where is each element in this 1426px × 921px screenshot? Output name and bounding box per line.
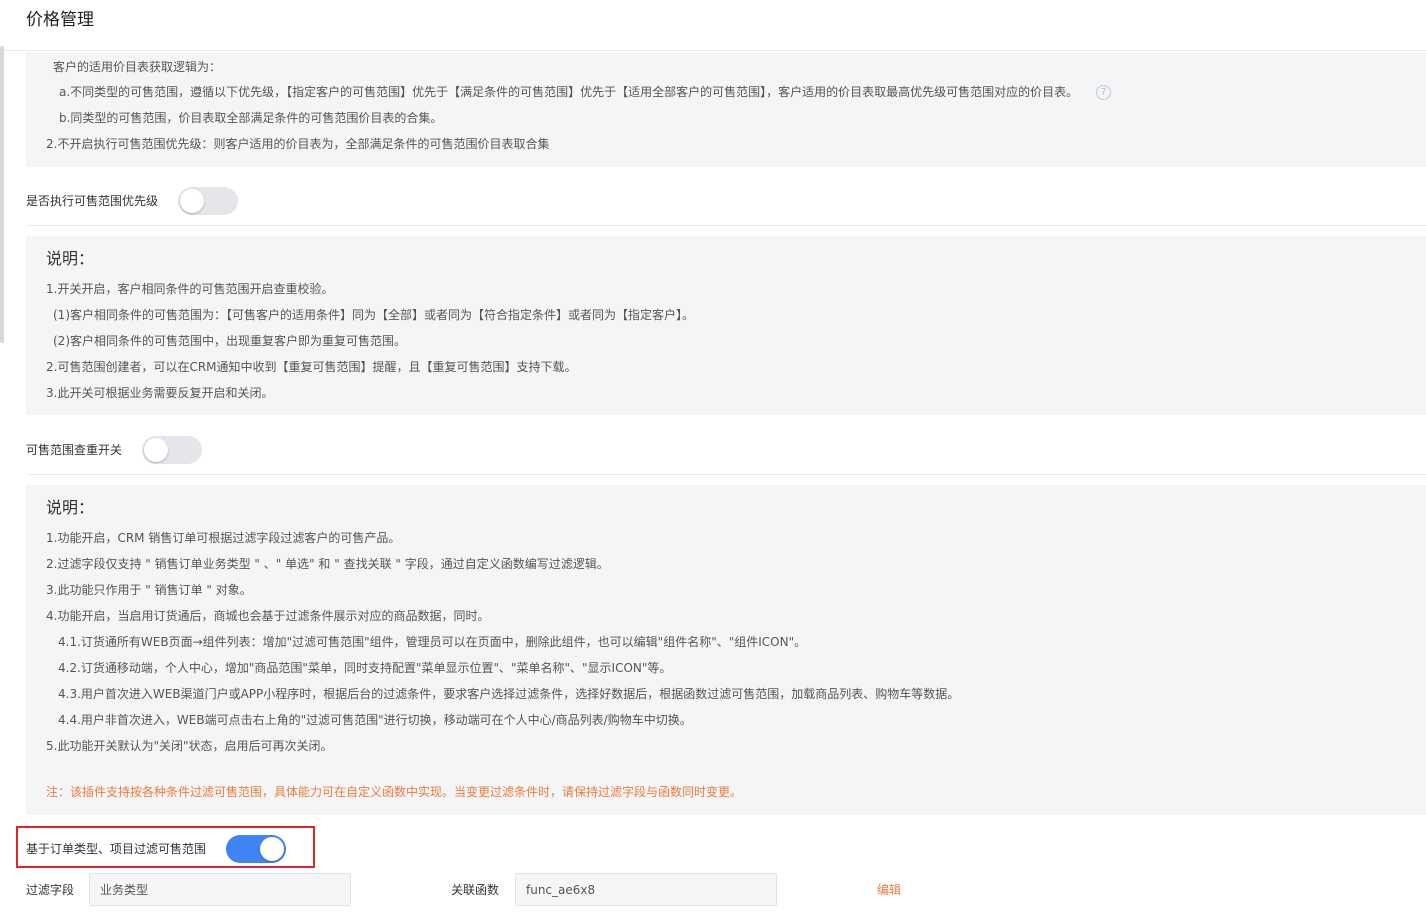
- dedupe-toggle[interactable]: [142, 436, 202, 464]
- linked-function-input[interactable]: [515, 873, 777, 906]
- filter-field-input[interactable]: [89, 873, 351, 906]
- priority-toggle[interactable]: [178, 187, 238, 215]
- filter-line: 1.功能开启，CRM 销售订单可根据过滤字段过滤客户的可售产品。: [46, 531, 401, 545]
- dedupe-line: 3.此开关可根据业务需要反复开启和关闭。: [46, 386, 274, 400]
- priority-rule-line: 客户的适用价目表获取逻辑为：: [53, 60, 222, 74]
- dedupe-line: 1.开关开启，客户相同条件的可售范围开启查重校验。: [46, 282, 334, 296]
- filter-warning-note: 注：该插件支持按各种条件过滤可售范围，具体能力可在自定义函数中实现。当变更过滤条…: [46, 785, 743, 799]
- dedupe-line: (2)客户相同条件的可售范围中，出现重复客户即为重复可售范围。: [53, 334, 407, 348]
- filter-field-label: 过滤字段: [26, 883, 75, 897]
- left-scrollbar[interactable]: [0, 46, 4, 343]
- dedupe-line: (1)客户相同条件的可售范围为：【可售客户的适用条件】同为【全部】或者同为【符合…: [53, 308, 695, 322]
- toggle-knob: [144, 438, 168, 462]
- linked-function-label: 关联函数: [451, 883, 500, 897]
- toggle-knob: [260, 837, 284, 861]
- priority-rule-line: b.同类型的可售范围，价目表取全部满足条件的可售范围价目表的合集。: [59, 111, 443, 125]
- help-icon[interactable]: ?: [1096, 85, 1111, 100]
- filter-line: 3.此功能只作用于 " 销售订单 " 对象。: [46, 583, 252, 597]
- filter-line: 4.2.订货通移动端，个人中心，增加"商品范围"菜单，同时支持配置"菜单显示位置…: [58, 661, 672, 675]
- priority-rule-line: 2.不开启执行可售范围优先级：则客户适用的价目表为，全部满足条件的可售范围价目表…: [46, 137, 550, 151]
- filter-line: 4.1.订货通所有WEB页面→组件列表：增加"过滤可售范围"组件，管理员可以在页…: [58, 635, 807, 649]
- row-divider: [26, 474, 1426, 475]
- filter-line: 4.功能开启，当启用订货通后，商城也会基于过滤条件展示对应的商品数据，同时。: [46, 609, 490, 623]
- edit-link[interactable]: 编辑: [877, 882, 901, 898]
- dedupe-heading: 说明：: [46, 249, 95, 268]
- page-title: 价格管理: [26, 10, 94, 30]
- filter-toggle[interactable]: [226, 835, 286, 863]
- dedupe-line: 2.可售范围创建者，可以在CRM通知中收到【重复可售范围】提醒，且【重复可售范围…: [46, 360, 577, 374]
- filter-line: 5.此功能开关默认为"关闭"状态，启用后可再次关闭。: [46, 739, 333, 753]
- title-divider: [0, 50, 1426, 51]
- filter-line: 4.3.用户首次进入WEB渠道门户或APP小程序时，根据后台的过滤条件，要求客户…: [58, 687, 960, 701]
- filter-line: 2.过滤字段仅支持 " 销售订单业务类型 " 、" 单选" 和 " 查找关联 "…: [46, 557, 609, 571]
- filter-line: 4.4.用户非首次进入，WEB端可点击右上角的"过滤可售范围"进行切换，移动端可…: [58, 713, 692, 727]
- toggle-knob: [180, 189, 204, 213]
- filter-setting-label: 基于订单类型、项目过滤可售范围: [26, 842, 207, 856]
- priority-setting-label: 是否执行可售范围优先级: [26, 194, 159, 208]
- filter-heading: 说明：: [46, 498, 95, 517]
- row-divider: [26, 225, 1426, 226]
- dedupe-setting-label: 可售范围查重开关: [26, 443, 123, 457]
- priority-rule-line: a.不同类型的可售范围，遵循以下优先级，【指定客户的可售范围】优先于【满足条件的…: [59, 85, 1079, 99]
